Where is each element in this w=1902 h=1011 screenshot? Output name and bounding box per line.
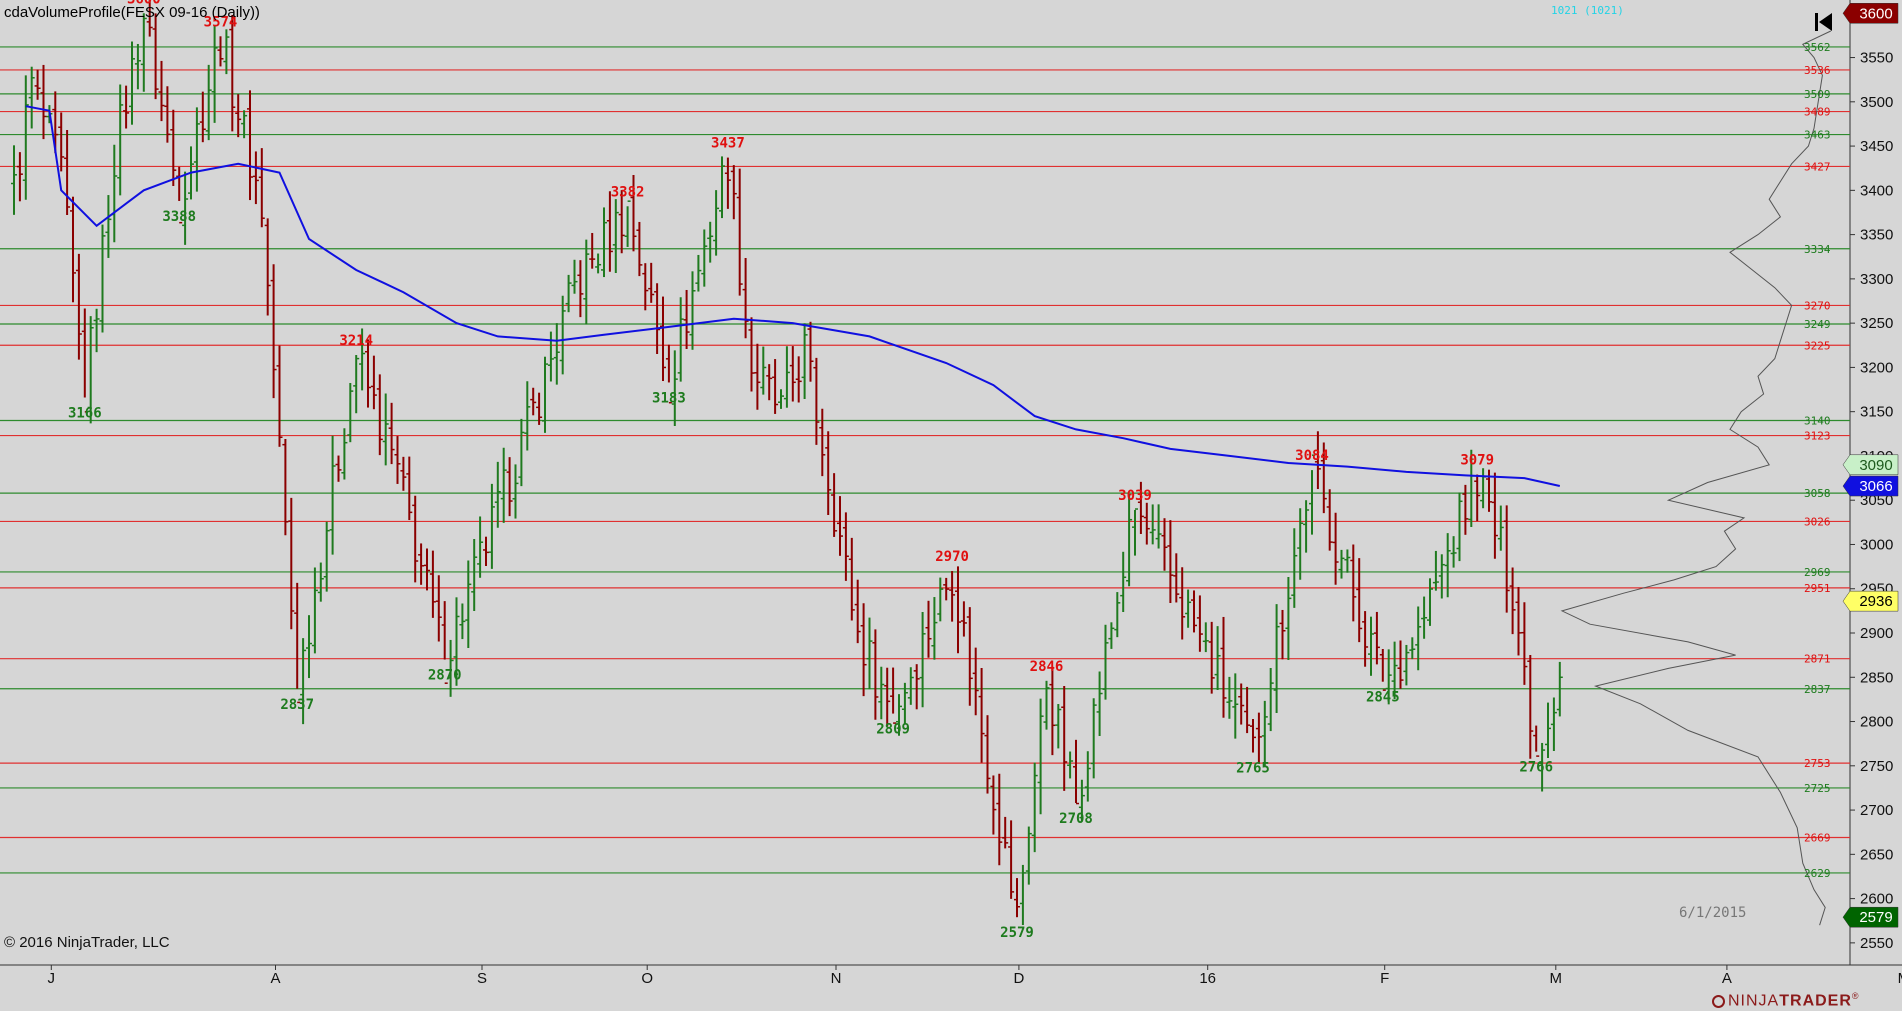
- swing-label-low: 2870: [428, 668, 462, 684]
- swing-label-high: 3039: [1118, 488, 1152, 504]
- level-label: 3463: [1804, 129, 1831, 142]
- level-label: 3334: [1804, 243, 1831, 256]
- swing-label-low: 2809: [876, 722, 910, 738]
- price-tick-label: 2750: [1860, 758, 1893, 775]
- swing-label-low: 3388: [162, 209, 196, 225]
- swing-label-low: 3183: [652, 390, 686, 406]
- level-label: 3249: [1804, 318, 1831, 331]
- swing-label-high: 3437: [711, 136, 745, 152]
- price-chart[interactable]: 2550260026502700275028002850290029503000…: [0, 0, 1902, 1011]
- time-tick-label: N: [831, 970, 842, 987]
- time-tick-label: A: [270, 970, 280, 987]
- logo-mark: ®: [1851, 991, 1860, 1001]
- price-tick-label: 3500: [1860, 94, 1893, 111]
- level-label: 2629: [1804, 867, 1831, 880]
- chart-area[interactable]: 2550 2600 2650 2700 2750 2800 2850 2900 2950 3000…: [0, 0, 1902, 1011]
- level-label: 2669: [1804, 832, 1831, 845]
- level-label: 3562: [1804, 41, 1831, 54]
- logo-ring-icon: [1712, 995, 1725, 1009]
- time-tick-label: D: [1013, 970, 1024, 987]
- price-tick-label: 3450: [1860, 138, 1893, 155]
- swing-label-high: 2970: [935, 549, 969, 565]
- skip-to-start-icon: [1815, 13, 1832, 31]
- level-label: 3509: [1804, 88, 1831, 101]
- price-tick-label: 2650: [1860, 846, 1893, 863]
- chart-title: cdaVolumeProfile(FESX 09-16 (Daily)): [4, 4, 260, 21]
- level-label: 2951: [1804, 582, 1831, 595]
- level-label: 3225: [1804, 339, 1831, 352]
- time-tick-label: O: [641, 970, 653, 987]
- time-tick-label: M: [1550, 970, 1563, 987]
- swing-label-high: 3079: [1460, 453, 1494, 469]
- price-tick-label: 3200: [1860, 359, 1893, 376]
- date-label: 6/1/2015: [1679, 905, 1747, 921]
- price-tick-label: 3350: [1860, 227, 1893, 244]
- time-tick-label: S: [477, 970, 487, 987]
- price-tick-label: 3300: [1860, 271, 1893, 288]
- price-tick-label: 3250: [1860, 315, 1893, 332]
- time-tick-label: M: [1898, 970, 1902, 987]
- swing-label-low: 2766: [1519, 760, 1553, 776]
- price-tick-label: 3150: [1860, 404, 1893, 421]
- swing-label-high: 3084: [1295, 448, 1329, 464]
- level-label: 2969: [1804, 566, 1831, 579]
- swing-label-low: 2845: [1366, 690, 1400, 706]
- swing-label-low: 3166: [68, 406, 102, 422]
- price-tick-label: 2850: [1860, 669, 1893, 686]
- swing-label-low: 2579: [1000, 925, 1034, 941]
- level-label: 2725: [1804, 782, 1831, 795]
- price-marker-label: 3090: [1859, 457, 1892, 474]
- price-tick-label: 3550: [1860, 50, 1893, 67]
- swing-label-low: 2708: [1059, 811, 1093, 827]
- level-label: 3140: [1804, 415, 1831, 428]
- time-tick-label: 16: [1199, 970, 1216, 987]
- level-label: 2753: [1804, 757, 1831, 770]
- time-tick-label: J: [48, 970, 56, 987]
- swing-label-low: 2765: [1236, 761, 1270, 777]
- logo-suffix: TRADER: [1779, 992, 1852, 1010]
- price-tick-label: 2800: [1860, 714, 1893, 731]
- level-label: 3026: [1804, 515, 1831, 528]
- price-marker-label: 2579: [1859, 909, 1892, 926]
- copyright-text: © 2016 NinjaTrader, LLC: [4, 934, 170, 951]
- swing-label-low: 2837: [280, 697, 314, 713]
- skip-to-start-button[interactable]: [1812, 10, 1836, 34]
- level-label: 3536: [1804, 64, 1831, 77]
- price-marker-label: 2936: [1859, 593, 1892, 610]
- price-tick-label: 2900: [1860, 625, 1893, 642]
- level-label: 3427: [1804, 160, 1831, 173]
- swing-label-high: 2846: [1030, 659, 1064, 675]
- level-label: 2871: [1804, 653, 1831, 666]
- logo-prefix: NINJA: [1728, 992, 1780, 1010]
- price-tick-label: 2550: [1860, 935, 1893, 952]
- price-marker-label: 3600: [1859, 5, 1892, 22]
- time-tick-label: F: [1380, 970, 1389, 987]
- level-label: 3489: [1804, 106, 1831, 119]
- level-label: 3058: [1804, 487, 1831, 500]
- level-label: 3123: [1804, 430, 1831, 443]
- price-tick-label: 2600: [1860, 891, 1893, 908]
- level-label: 3270: [1804, 299, 1831, 312]
- price-marker-label: 3066: [1859, 478, 1892, 495]
- level-label: 2837: [1804, 683, 1831, 696]
- price-tick-label: 3400: [1860, 182, 1893, 199]
- price-tick-label: 3000: [1860, 536, 1893, 553]
- ninjatrader-logo: NINJATRADER®: [1712, 991, 1860, 1010]
- time-tick-label: A: [1722, 970, 1732, 987]
- swing-label-high: 3382: [611, 184, 645, 200]
- price-tick-label: 2700: [1860, 802, 1893, 819]
- swing-label-high: 3214: [339, 333, 373, 349]
- bar-count-readout: 1021 (1021): [1551, 4, 1624, 17]
